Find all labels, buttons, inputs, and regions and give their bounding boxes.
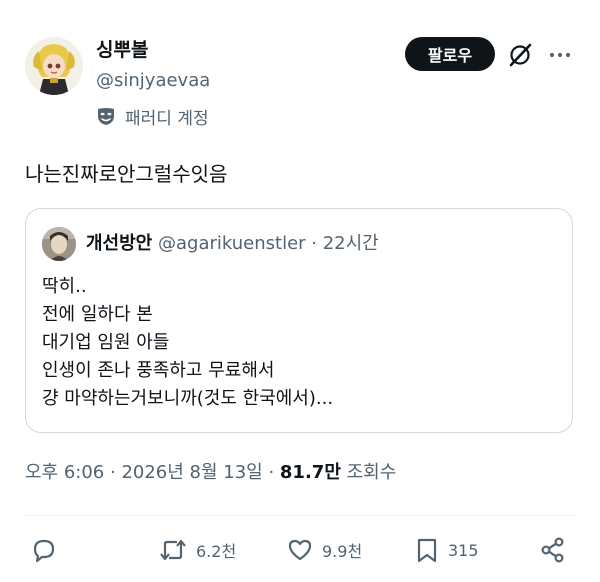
meta-separator: · <box>104 462 122 483</box>
quoted-handle[interactable]: @agarikuenstler <box>158 233 306 254</box>
author-avatar[interactable] <box>25 37 83 95</box>
tweet: 싱뿌볼 @sinjyaevaa 패러디 계정 팔로우 나는진짜로안그럴수잇음 개… <box>0 0 600 582</box>
action-bar: 6.2천 9.9천 315 <box>0 530 600 570</box>
author-handle[interactable]: @sinjyaevaa <box>96 69 210 93</box>
grok-slash-icon[interactable] <box>507 42 533 68</box>
quoted-display-name[interactable]: 개선방안 <box>86 233 152 254</box>
views-count: 81.7만 <box>279 462 341 483</box>
tweet-text: 나는진짜로안그럴수잇음 <box>25 162 228 186</box>
quoted-tweet-header: 개선방안 @agarikuenstler · 22시간 <box>86 231 379 257</box>
quoted-author-avatar[interactable] <box>42 227 76 261</box>
more-dots-icon[interactable] <box>547 44 573 66</box>
parody-account-label: 패러디 계정 <box>96 104 209 129</box>
bookmark-button[interactable]: 315 <box>414 530 479 570</box>
quoted-tweet[interactable]: 개선방안 @agarikuenstler · 22시간 딱히.. 전에 일하다 … <box>25 208 573 433</box>
tweet-meta: 오후 6:06 · 2026년 8월 13일 · 81.7만 조회수 <box>25 460 396 486</box>
retweet-button[interactable]: 6.2천 <box>158 530 236 570</box>
bookmark-icon <box>417 538 437 563</box>
follow-button[interactable]: 팔로우 <box>405 37 495 71</box>
like-button[interactable]: 9.9천 <box>286 530 362 570</box>
tweet-date[interactable]: 2026년 8월 13일 <box>121 462 262 483</box>
quoted-text-line: 인생이 존나 풍족하고 무료해서 <box>42 360 275 381</box>
share-button[interactable] <box>539 530 567 570</box>
heart-icon <box>288 539 312 561</box>
quoted-timestamp[interactable]: 22시간 <box>323 233 379 254</box>
reply-icon <box>33 539 55 563</box>
author-display-name[interactable]: 싱뿌볼 <box>96 38 148 62</box>
tweet-time[interactable]: 오후 6:06 <box>25 462 104 483</box>
like-count: 9.9천 <box>322 542 363 561</box>
reply-button[interactable] <box>30 530 58 570</box>
quoted-text-line: 대기업 임원 아들 <box>42 332 170 353</box>
views-label: 조회수 <box>340 462 397 483</box>
quoted-text-line: 전에 일하다 본 <box>42 304 153 325</box>
divider <box>25 515 575 516</box>
meta-separator: · <box>262 462 280 483</box>
quoted-separator: · <box>305 233 323 254</box>
retweet-count: 6.2천 <box>196 542 237 561</box>
bookmark-count: 315 <box>448 540 479 560</box>
retweet-icon <box>160 539 186 561</box>
share-icon <box>541 537 564 563</box>
quoted-text-line: 딱히.. <box>42 276 87 297</box>
theater-mask-icon <box>98 108 114 125</box>
quoted-tweet-text: 딱히.. 전에 일하다 본 대기업 임원 아들 인생이 존나 풍족하고 무료해서… <box>42 273 333 413</box>
quoted-text-line: 걍 마약하는거보니까(것도 한국에서)... <box>42 388 334 409</box>
parody-label-text: 패러디 계정 <box>125 108 209 129</box>
